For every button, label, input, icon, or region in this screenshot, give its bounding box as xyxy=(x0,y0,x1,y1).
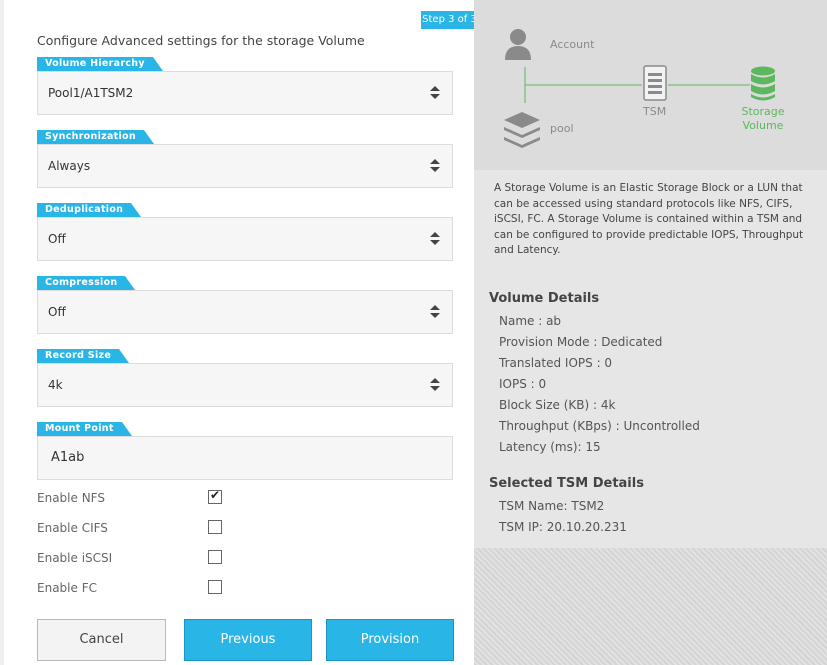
enable-fc-checkbox[interactable] xyxy=(208,580,222,594)
record-size-select[interactable]: 4k xyxy=(37,363,453,407)
enable-iscsi-checkbox[interactable] xyxy=(208,550,222,564)
deduplication-select[interactable]: Off xyxy=(37,217,453,261)
record-size-label: Record Size xyxy=(37,349,130,363)
deduplication-value: Off xyxy=(48,232,66,246)
hierarchy-diagram: Account pool TSM Storage Volume xyxy=(474,0,827,170)
compression-label: Compression xyxy=(37,276,137,290)
enable-iscsi-label: Enable iSCSI xyxy=(37,551,113,565)
enable-cifs-label: Enable CIFS xyxy=(37,521,108,535)
enable-fc-label: Enable FC xyxy=(37,581,97,595)
enable-cifs-row: Enable CIFS xyxy=(37,519,227,537)
select-arrows-icon xyxy=(430,377,440,393)
volume-detail-name: Name : ab xyxy=(499,314,562,328)
enable-cifs-checkbox[interactable] xyxy=(208,520,222,534)
pool-icon xyxy=(504,112,540,148)
info-panel: Account pool TSM Storage Volume A Storag xyxy=(474,0,827,665)
volume-hierarchy-value: Pool1/A1TSM2 xyxy=(48,86,134,100)
storage-volume-label: Storage Volume xyxy=(732,105,794,133)
record-size-value: 4k xyxy=(48,378,63,392)
storage-volume-label-line2: Volume xyxy=(742,119,784,132)
mount-point-label: Mount Point xyxy=(37,422,132,436)
tsm-details-title: Selected TSM Details xyxy=(489,476,644,491)
storage-volume-icon xyxy=(751,66,775,101)
account-icon xyxy=(505,29,531,60)
volume-details-title: Volume Details xyxy=(489,291,600,306)
compression-value: Off xyxy=(48,305,66,319)
volume-hierarchy-select[interactable]: Pool1/A1TSM2 xyxy=(37,71,453,115)
wizard-panel: Step 3 of 3 Configure Advanced settings … xyxy=(0,0,478,665)
tsm-label: TSM xyxy=(643,105,667,118)
tsm-detail-ip: TSM IP: 20.10.20.231 xyxy=(499,520,627,534)
compression-select[interactable]: Off xyxy=(37,290,453,334)
cancel-button[interactable]: Cancel xyxy=(37,619,166,661)
provision-button[interactable]: Provision xyxy=(326,619,454,661)
synchronization-select[interactable]: Always xyxy=(37,144,453,188)
synchronization-label: Synchronization xyxy=(37,130,154,144)
select-arrows-icon xyxy=(430,304,440,320)
hatch-pattern xyxy=(474,548,827,665)
volume-hierarchy-field: Volume Hierarchy Pool1/A1TSM2 xyxy=(37,55,454,115)
storage-volume-description: A Storage Volume is an Elastic Storage B… xyxy=(494,182,804,256)
pool-label: pool xyxy=(550,122,574,135)
tsm-icon xyxy=(643,65,667,101)
compression-field: Compression Off xyxy=(37,274,454,334)
record-size-field: Record Size 4k xyxy=(37,347,454,407)
volume-detail-translated-iops: Translated IOPS : 0 xyxy=(499,356,613,370)
step-badge: Step 3 of 3 xyxy=(421,11,478,29)
volume-detail-latency: Latency (ms): 15 xyxy=(499,440,601,454)
mount-point-input[interactable]: A1ab xyxy=(37,436,453,480)
synchronization-value: Always xyxy=(48,159,91,173)
enable-nfs-row: Enable NFS xyxy=(37,488,227,507)
synchronization-field: Synchronization Always xyxy=(37,128,454,188)
mount-point-value: A1ab xyxy=(51,450,85,465)
volume-detail-provision-mode: Provision Mode : Dedicated xyxy=(499,335,663,349)
storage-volume-label-line1: Storage xyxy=(741,105,785,118)
volume-detail-block-size: Block Size (KB) : 4k xyxy=(499,398,616,412)
previous-button[interactable]: Previous xyxy=(184,619,312,661)
volume-detail-iops: IOPS : 0 xyxy=(499,377,547,391)
wizard-heading: Configure Advanced settings for the stor… xyxy=(37,33,365,48)
enable-iscsi-row: Enable iSCSI xyxy=(37,549,227,567)
tsm-detail-name: TSM Name: TSM2 xyxy=(499,499,605,513)
volume-hierarchy-label: Volume Hierarchy xyxy=(37,57,163,71)
enable-nfs-label: Enable NFS xyxy=(37,491,105,505)
select-arrows-icon xyxy=(430,231,440,247)
select-arrows-icon xyxy=(430,158,440,174)
enable-fc-row: Enable FC xyxy=(37,579,227,597)
select-arrows-icon xyxy=(430,85,440,101)
deduplication-field: Deduplication Off xyxy=(37,201,454,261)
mount-point-field: Mount Point A1ab xyxy=(37,420,454,480)
account-label: Account xyxy=(550,38,595,51)
deduplication-label: Deduplication xyxy=(37,203,142,217)
volume-detail-throughput: Throughput (KBps) : Uncontrolled xyxy=(499,419,700,433)
enable-nfs-checkbox[interactable] xyxy=(208,488,222,504)
